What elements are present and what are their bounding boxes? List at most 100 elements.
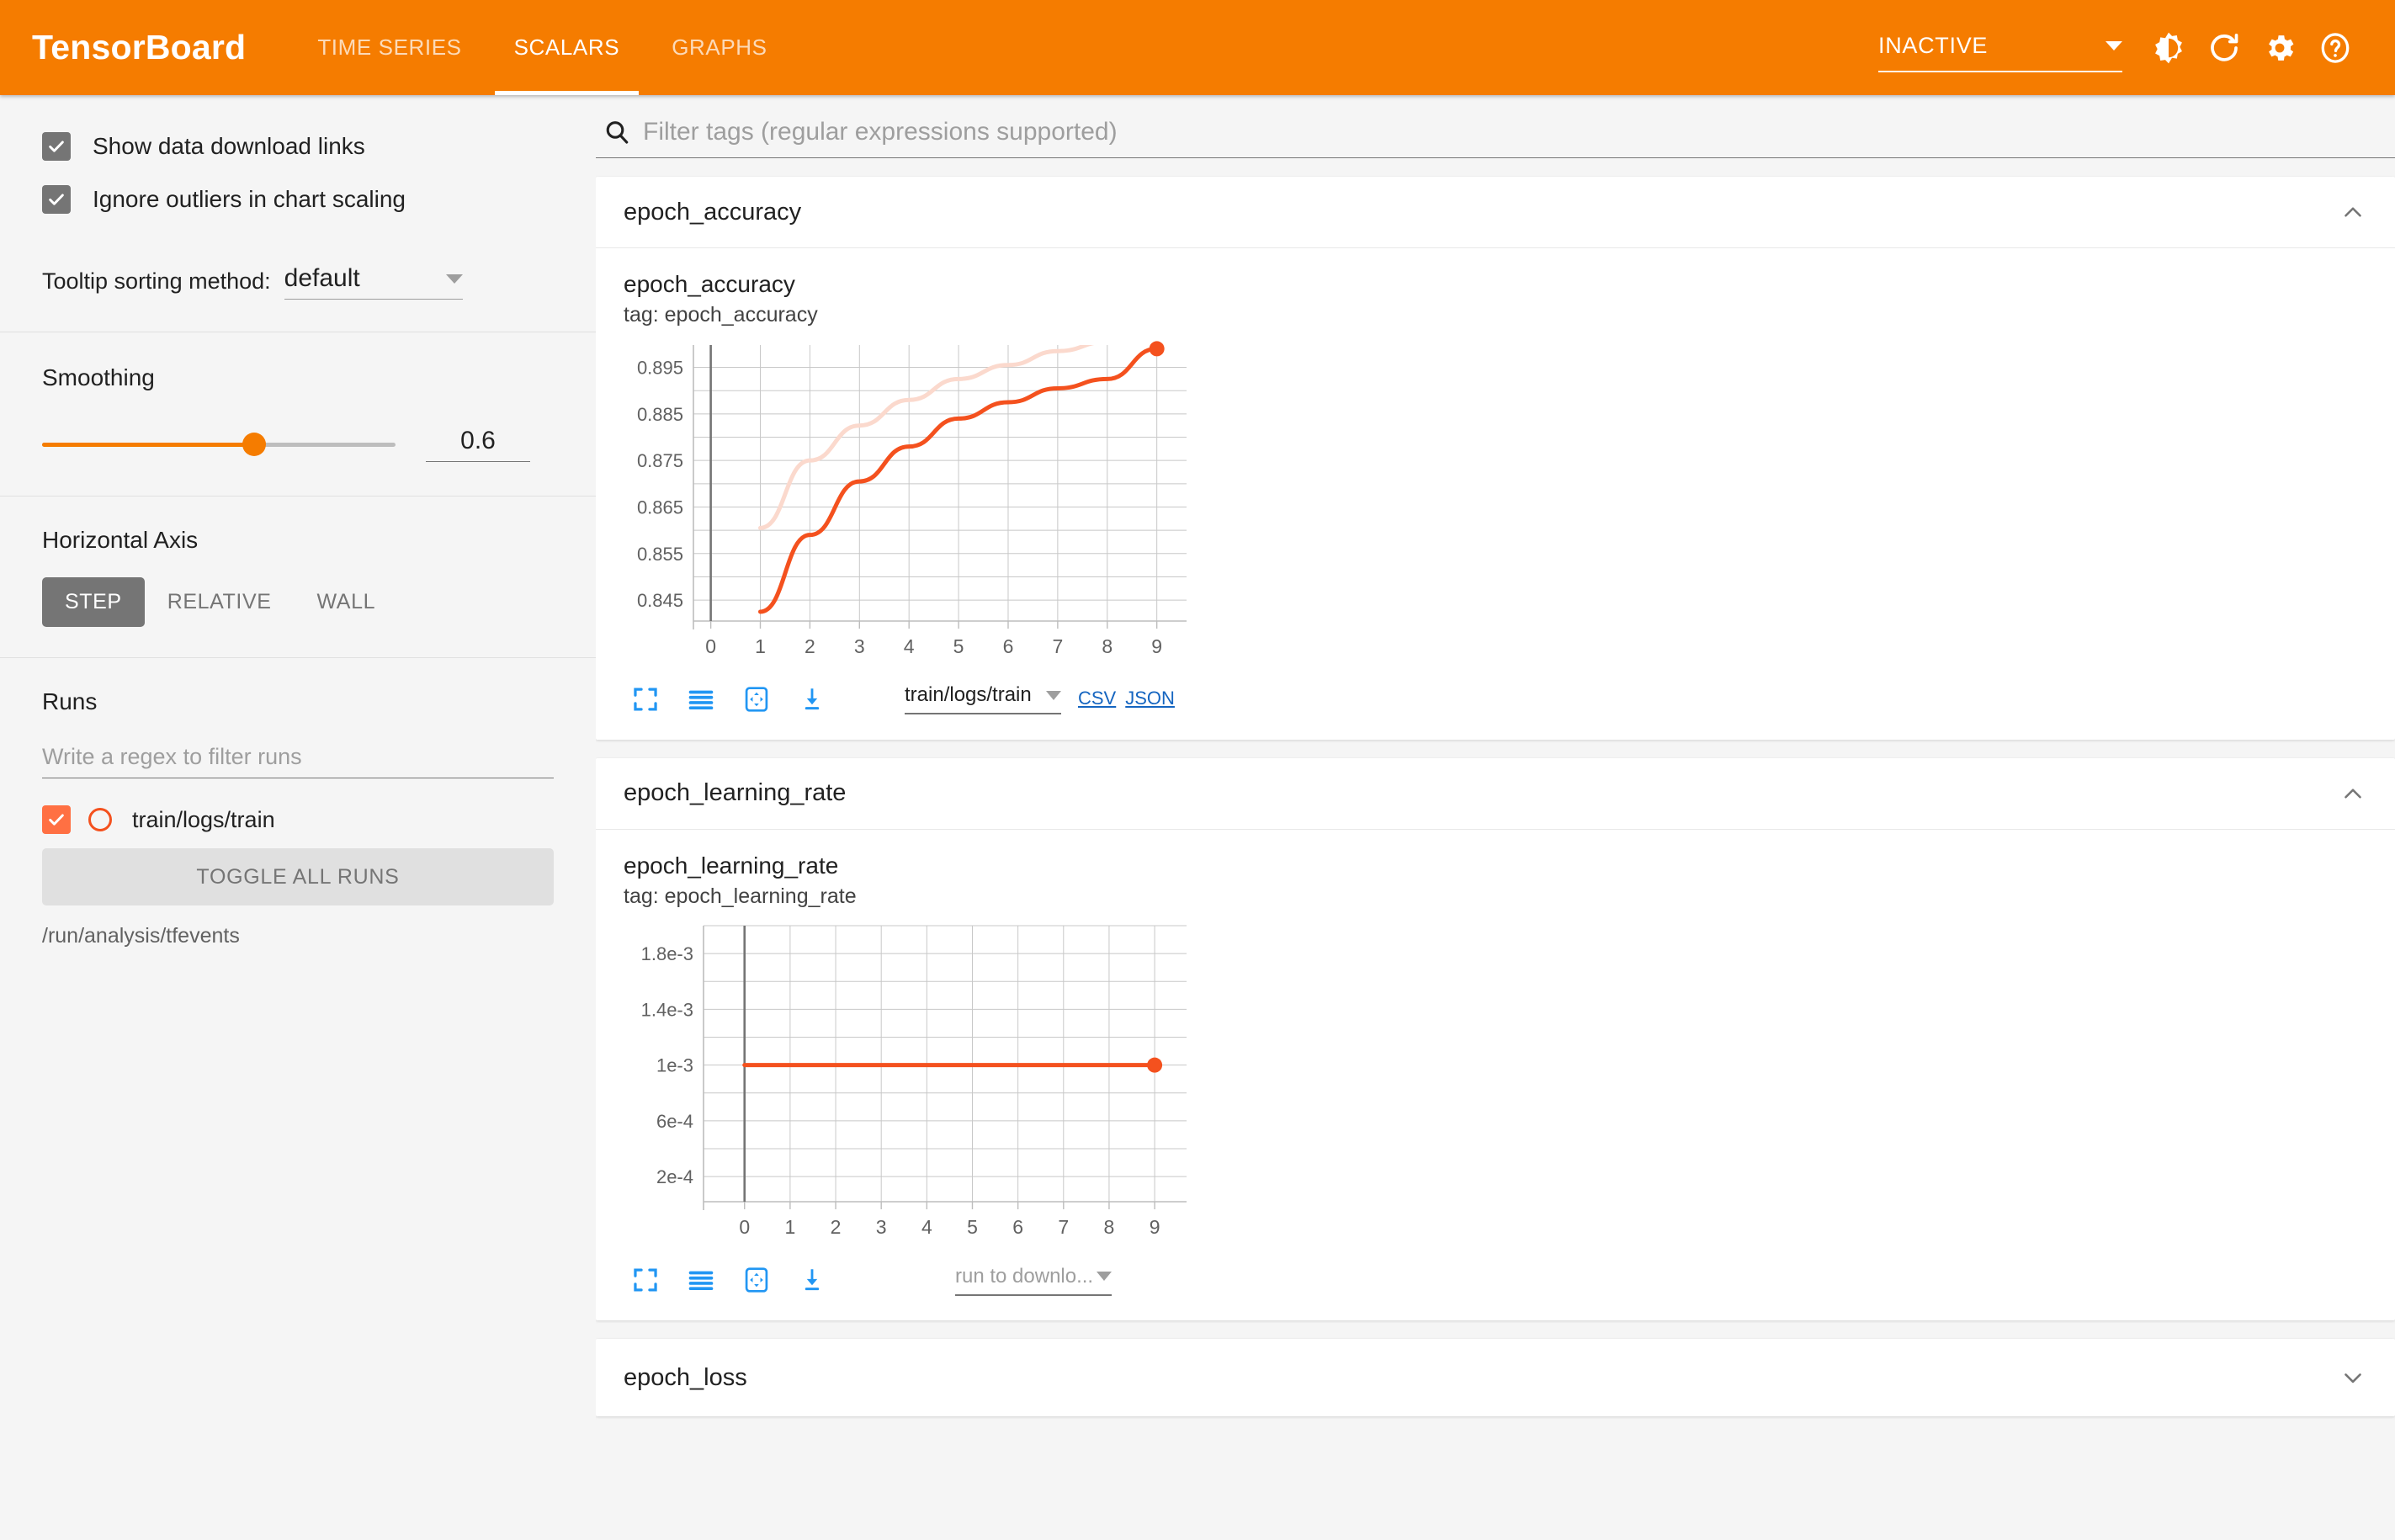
card-epoch-loss: epoch_loss <box>596 1339 2395 1417</box>
svg-text:0.885: 0.885 <box>637 404 683 425</box>
svg-text:2: 2 <box>831 1216 842 1238</box>
chevron-down-icon[interactable] <box>2339 1363 2367 1392</box>
card-header-epoch-learning-rate[interactable]: epoch_learning_rate <box>596 758 2395 829</box>
tab-graphs[interactable]: GRAPHS <box>645 0 793 95</box>
svg-text:5: 5 <box>953 635 964 657</box>
download-run-select[interactable]: run to downlo... <box>955 1265 1112 1296</box>
smoothing-title: Smoothing <box>42 364 155 390</box>
download-run-select[interactable]: train/logs/train <box>905 683 1061 715</box>
svg-text:3: 3 <box>876 1216 887 1238</box>
tag-filter-input[interactable]: Filter tags (regular expressions support… <box>643 118 1118 146</box>
main-tabs: TIME SERIES SCALARS GRAPHS <box>291 0 793 95</box>
tab-scalars[interactable]: SCALARS <box>488 0 646 95</box>
smoothing-row: 0.6 <box>42 427 554 462</box>
axis-option-wall[interactable]: WALL <box>295 577 399 627</box>
chart-plot-accuracy[interactable]: 0.845 0.855 0.865 0.875 0.885 0.895 0 1 2 3 4 5 6 7 8 9 <box>596 340 2395 672</box>
run-color-swatch <box>88 808 112 831</box>
data-table-icon[interactable] <box>679 677 723 721</box>
card-epoch-accuracy: epoch_accuracy epoch_accuracy tag: epoch… <box>596 177 2395 740</box>
run-item-label: train/logs/train <box>132 806 275 832</box>
svg-text:0.845: 0.845 <box>637 590 683 611</box>
svg-text:9: 9 <box>1151 635 1162 657</box>
fullscreen-icon[interactable] <box>624 1258 667 1302</box>
svg-text:1: 1 <box>755 635 766 657</box>
run-status-label: INACTIVE <box>1878 33 1989 58</box>
svg-text:4: 4 <box>904 635 915 657</box>
search-icon <box>603 118 631 146</box>
slider-thumb[interactable] <box>242 433 266 456</box>
svg-text:1.4e-3: 1.4e-3 <box>641 1000 693 1021</box>
tab-time-series[interactable]: TIME SERIES <box>291 0 487 95</box>
fullscreen-icon[interactable] <box>624 677 667 721</box>
tooltip-sorting-label: Tooltip sorting method: <box>42 268 271 294</box>
card-body-epoch-learning-rate: epoch_learning_rate tag: epoch_learning_… <box>596 828 2395 1321</box>
run-item[interactable]: train/logs/train <box>42 805 554 834</box>
svg-text:9: 9 <box>1150 1216 1160 1238</box>
fit-domain-icon[interactable] <box>735 1258 778 1302</box>
show-download-links-checkbox[interactable]: Show data download links <box>42 132 554 161</box>
chart-head: epoch_accuracy tag: epoch_accuracy <box>596 270 2395 329</box>
chart-tag: tag: epoch_accuracy <box>624 303 818 327</box>
svg-text:0: 0 <box>705 635 716 657</box>
smoothing-slider[interactable] <box>42 432 396 457</box>
scalars-main-panel: Filter tags (regular expressions support… <box>596 95 2395 1540</box>
download-csv-link[interactable]: CSV <box>1078 688 1116 709</box>
fit-domain-icon[interactable] <box>735 677 778 721</box>
svg-text:2: 2 <box>805 635 815 657</box>
chart-tag: tag: epoch_learning_rate <box>624 884 857 908</box>
svg-text:0.895: 0.895 <box>637 357 683 378</box>
slider-fill <box>42 442 254 447</box>
toggle-all-runs-button[interactable]: TOGGLE ALL RUNS <box>42 848 554 905</box>
chevron-down-icon <box>445 273 463 284</box>
card-header-epoch-loss[interactable]: epoch_loss <box>596 1339 2395 1416</box>
ignore-outliers-label: Ignore outliers in chart scaling <box>93 186 406 212</box>
download-icon[interactable] <box>790 1258 834 1302</box>
learning-rate-line-chart[interactable]: 2e-4 6e-4 1e-3 1.4e-3 1.8e-3 0 1 2 3 4 5 6 7 8 9 <box>613 921 1193 1249</box>
svg-text:4: 4 <box>921 1216 932 1238</box>
card-header-epoch-accuracy[interactable]: epoch_accuracy <box>596 177 2395 247</box>
checkmark-icon <box>42 132 71 161</box>
tooltip-sorting-select[interactable]: default <box>284 264 463 300</box>
smoothing-value-input[interactable]: 0.6 <box>426 427 530 462</box>
card-title: epoch_learning_rate <box>624 779 847 807</box>
gear-icon[interactable] <box>2252 20 2307 76</box>
help-icon[interactable] <box>2307 20 2363 76</box>
checkmark-icon[interactable] <box>42 805 71 834</box>
download-run-value: train/logs/train <box>905 683 1032 707</box>
run-filter-input[interactable]: Write a regex to filter runs <box>42 744 554 778</box>
svg-text:7: 7 <box>1052 635 1063 657</box>
brightness-icon[interactable] <box>2141 20 2196 76</box>
app-brand: TensorBoard <box>32 28 247 66</box>
download-controls-learning-rate: run to downlo... <box>955 1265 1112 1296</box>
svg-text:0.855: 0.855 <box>637 543 683 564</box>
show-download-links-label: Show data download links <box>93 133 365 159</box>
data-table-icon[interactable] <box>679 1258 723 1302</box>
svg-text:7: 7 <box>1058 1216 1069 1238</box>
ignore-outliers-checkbox[interactable]: Ignore outliers in chart scaling <box>42 185 554 214</box>
run-status-selector[interactable]: INACTIVE <box>1878 33 2122 72</box>
chevron-down-icon <box>1046 690 1061 700</box>
refresh-icon[interactable] <box>2196 20 2252 76</box>
header-actions: INACTIVE <box>1878 20 2395 76</box>
svg-text:0.865: 0.865 <box>637 497 683 518</box>
accuracy-line-chart[interactable]: 0.845 0.855 0.865 0.875 0.885 0.895 0 1 2 3 4 5 6 7 8 9 <box>613 340 1193 668</box>
chevron-up-icon[interactable] <box>2339 779 2367 808</box>
chart-name: epoch_accuracy <box>624 271 795 297</box>
status-underline <box>1878 71 2122 72</box>
horizontal-axis-options: STEP RELATIVE WALL <box>42 577 554 627</box>
card-body-epoch-accuracy: epoch_accuracy tag: epoch_accuracy 0.845… <box>596 247 2395 740</box>
svg-text:6: 6 <box>1003 635 1014 657</box>
card-title: epoch_loss <box>624 1363 747 1391</box>
card-epoch-learning-rate: epoch_learning_rate epoch_learning_rate … <box>596 757 2395 1321</box>
download-json-link[interactable]: JSON <box>1125 688 1175 709</box>
axis-option-relative[interactable]: RELATIVE <box>145 577 295 627</box>
checkmark-icon <box>42 185 71 214</box>
axis-option-step[interactable]: STEP <box>42 577 145 627</box>
chart-plot-learning-rate[interactable]: 2e-4 6e-4 1e-3 1.4e-3 1.8e-3 0 1 2 3 4 5 6 7 8 9 <box>596 921 2395 1253</box>
download-icon[interactable] <box>790 677 834 721</box>
chevron-down-icon <box>2106 41 2122 50</box>
chevron-up-icon[interactable] <box>2339 198 2367 226</box>
svg-text:8: 8 <box>1104 1216 1115 1238</box>
download-controls-accuracy: train/logs/train CSV JSON <box>905 683 1175 715</box>
tag-filter-bar[interactable]: Filter tags (regular expressions support… <box>596 118 2395 158</box>
